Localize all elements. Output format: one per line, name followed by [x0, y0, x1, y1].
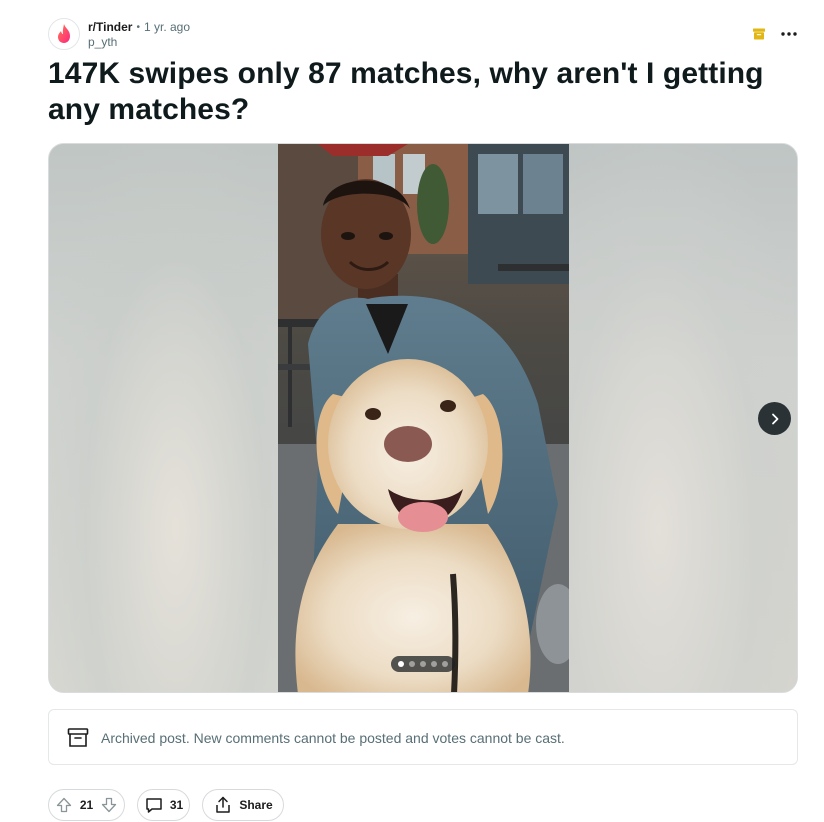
- downvote-arrow-icon[interactable]: [100, 796, 118, 814]
- post-action-bar: 21 31 Share: [48, 789, 284, 821]
- comment-bubble-icon: [146, 798, 162, 813]
- vote-count: 21: [79, 798, 94, 812]
- post-page: r/Tinder • 1 yr. ago p_yth 147K swipes o…: [0, 0, 824, 822]
- meta-separator: •: [136, 22, 140, 33]
- post-header: r/Tinder • 1 yr. ago p_yth: [48, 17, 798, 53]
- pager-dot[interactable]: [420, 661, 426, 667]
- upvote-arrow-icon[interactable]: [55, 796, 73, 814]
- post-title[interactable]: 147K swipes only 87 matches, why aren't …: [48, 56, 768, 128]
- archived-notice: Archived post. New comments cannot be po…: [48, 709, 798, 765]
- share-label: Share: [239, 798, 273, 812]
- pager-dot[interactable]: [409, 661, 415, 667]
- archived-notice-text: Archived post. New comments cannot be po…: [101, 730, 565, 746]
- subreddit-link[interactable]: r/Tinder: [88, 20, 132, 35]
- comment-count: 31: [169, 798, 184, 812]
- more-horizontal-icon: [781, 32, 797, 36]
- pager-dot[interactable]: [431, 661, 437, 667]
- photo-man-with-golden-retriever: [278, 144, 569, 692]
- gallery-next-button[interactable]: [758, 402, 791, 435]
- vote-control: 21: [48, 789, 125, 821]
- post-meta: r/Tinder • 1 yr. ago p_yth: [88, 20, 190, 50]
- pager-dot[interactable]: [398, 661, 404, 667]
- chevron-right-icon: [771, 413, 778, 424]
- comments-button[interactable]: 31: [137, 789, 190, 821]
- archived-badge: [752, 27, 766, 41]
- pager-dot[interactable]: [442, 661, 448, 667]
- tinder-flame-icon: [51, 21, 77, 47]
- subreddit-avatar[interactable]: [48, 18, 80, 50]
- share-icon: [216, 796, 231, 813]
- archive-box-icon: [753, 28, 765, 40]
- post-time: 1 yr. ago: [143, 20, 191, 34]
- gallery-image[interactable]: [278, 144, 569, 692]
- more-options-button[interactable]: [776, 21, 802, 47]
- media-gallery[interactable]: [48, 143, 798, 693]
- gallery-pager: [391, 656, 455, 672]
- share-button[interactable]: Share: [202, 789, 284, 821]
- archive-box-icon: [67, 728, 89, 747]
- author-link[interactable]: p_yth: [88, 35, 190, 50]
- gallery-blur-backdrop-left: [49, 144, 279, 692]
